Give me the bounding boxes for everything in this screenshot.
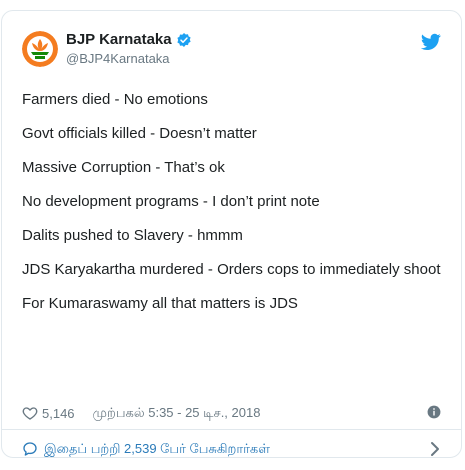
tweet-line: Govt officials killed - Doesn’t matter xyxy=(22,125,257,142)
avatar[interactable] xyxy=(22,31,58,67)
tweet-line: For Kumaraswamy all that matters is JDS xyxy=(22,295,298,312)
divider xyxy=(2,429,461,430)
conversation-link[interactable]: இதைப் பற்றி 2,539 பேர் பேசுகிறார்கள் xyxy=(22,439,441,459)
like-count[interactable]: 5,146 xyxy=(42,406,75,421)
info-icon[interactable] xyxy=(427,405,441,419)
tweet-timestamp[interactable]: முற்பகல் 5:35 - 25 டிச., 2018 xyxy=(93,405,261,422)
account-handle[interactable]: @BJP4Karnataka xyxy=(66,51,170,66)
chevron-right-icon[interactable] xyxy=(429,441,441,457)
tweet-card: BJP Karnataka @BJP4Karnataka Farmers die… xyxy=(1,10,462,458)
tweet-text: Farmers died - No emotions Govt official… xyxy=(22,89,442,327)
speech-bubble-icon xyxy=(23,442,37,456)
tweet-line: Massive Corruption - That’s ok xyxy=(22,159,225,176)
heart-icon[interactable] xyxy=(22,405,38,421)
tweet-meta: 5,146 முற்பகல் 5:35 - 25 டிச., 2018 xyxy=(22,403,441,423)
tweet-header: BJP Karnataka @BJP4Karnataka xyxy=(22,31,441,75)
account-name-row: BJP Karnataka xyxy=(66,31,192,48)
tweet-line: JDS Karyakartha murdered - Orders cops t… xyxy=(22,261,441,278)
tweet-line: No development programs - I don’t print … xyxy=(22,193,320,210)
verified-badge-icon xyxy=(177,32,191,47)
account-name[interactable]: BJP Karnataka xyxy=(66,31,172,48)
conversation-text[interactable]: இதைப் பற்றி 2,539 பேர் பேசுகிறார்கள் xyxy=(44,441,270,458)
tweet-line: Farmers died - No emotions xyxy=(22,91,208,108)
tweet-line: Dalits pushed to Slavery - hmmm xyxy=(22,227,243,244)
bjp-lotus-logo-icon xyxy=(22,31,58,67)
twitter-bird-icon[interactable] xyxy=(421,33,441,51)
